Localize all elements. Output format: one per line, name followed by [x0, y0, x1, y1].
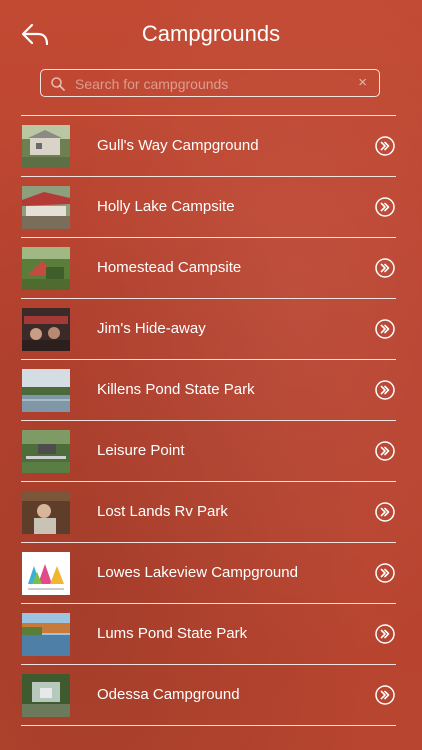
- list-item[interactable]: Jim's Hide-away: [21, 299, 396, 360]
- campground-name: Leisure Point: [97, 442, 185, 459]
- chevron-right-icon: [375, 563, 395, 583]
- campground-thumbnail: [22, 125, 70, 168]
- chevron-right-icon: [375, 197, 395, 217]
- campground-logo: [22, 552, 70, 595]
- campground-name: Odessa Campground: [97, 686, 240, 703]
- chevron-right-icon: [375, 624, 395, 644]
- clear-search-button[interactable]: ×: [358, 74, 367, 91]
- chevron-right-icon: [375, 319, 395, 339]
- chevron-right-icon: [375, 685, 395, 705]
- campground-thumbnail: [22, 491, 70, 534]
- campground-thumbnail: [22, 247, 70, 290]
- campground-name: Lost Lands Rv Park: [97, 503, 228, 520]
- list-item[interactable]: Lums Pond State Park: [21, 604, 396, 665]
- campground-name: Gull's Way Campground: [97, 137, 259, 154]
- campground-thumbnail: [22, 674, 70, 717]
- list-item[interactable]: Lowes Lakeview Campground: [21, 543, 396, 604]
- chevron-right-icon: [375, 380, 395, 400]
- campground-thumbnail: [22, 308, 70, 351]
- campground-name: Lums Pond State Park: [97, 625, 248, 642]
- chevron-right-icon: [375, 258, 395, 278]
- campground-list: Gull's Way Campground Holly Lake Campsit…: [21, 115, 396, 726]
- page-title: Campgrounds: [141, 21, 281, 46]
- search-input[interactable]: [73, 73, 357, 95]
- campground-name: Lowes Lakeview Campground: [97, 564, 298, 581]
- campground-name: Killens Pond State Park: [97, 381, 255, 398]
- campground-name: Homestead Campsite: [97, 259, 242, 276]
- campground-thumbnail: [22, 369, 70, 412]
- campground-thumbnail: [22, 613, 70, 656]
- campground-thumbnail: [22, 186, 70, 229]
- list-item[interactable]: Killens Pond State Park: [21, 360, 396, 421]
- list-item[interactable]: Leisure Point: [21, 421, 396, 482]
- chevron-right-icon: [375, 441, 395, 461]
- list-item[interactable]: Holly Lake Campsite: [21, 177, 396, 238]
- chevron-right-icon: [375, 136, 395, 156]
- chevron-right-icon: [375, 502, 395, 522]
- header: Campgrounds: [0, 0, 422, 64]
- list-item[interactable]: Gull's Way Campground: [21, 116, 396, 177]
- campground-thumbnail: [22, 430, 70, 473]
- campground-name: Holly Lake Campsite: [97, 198, 235, 215]
- search-icon: [51, 77, 65, 91]
- list-item[interactable]: Lost Lands Rv Park: [21, 482, 396, 543]
- search-bar[interactable]: ×: [40, 69, 380, 97]
- list-item[interactable]: Odessa Campground: [21, 665, 396, 726]
- list-item[interactable]: Homestead Campsite: [21, 238, 396, 299]
- campground-name: Jim's Hide-away: [97, 320, 206, 337]
